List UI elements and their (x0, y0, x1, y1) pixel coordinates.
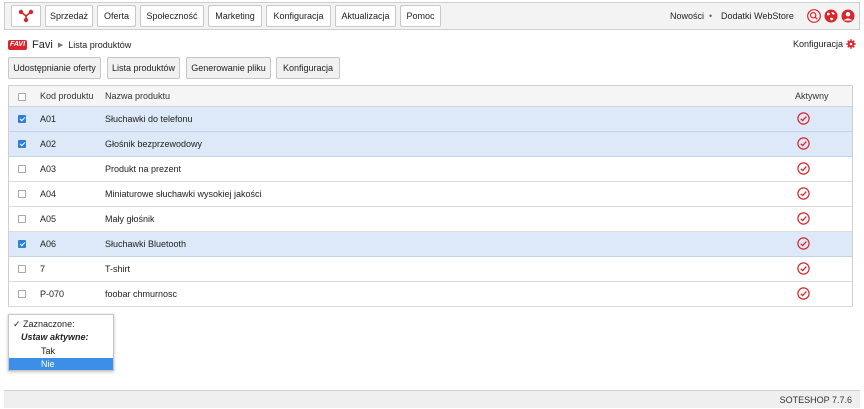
table-row[interactable]: A02 Głośnik bezprzewodowy (9, 132, 852, 157)
row-checkbox[interactable] (18, 240, 26, 248)
breadcrumb-current-page: Lista produktów (68, 40, 132, 50)
cell-product-code: A03 (40, 164, 57, 174)
tab-lista-produktow[interactable]: Lista produktów (107, 57, 180, 79)
cell-product-code: A02 (40, 139, 57, 149)
nav-pomoc[interactable]: Pomoc (400, 5, 441, 27)
cell-product-name[interactable]: Głośnik bezprzewodowy (105, 132, 202, 156)
user-icon[interactable] (841, 9, 855, 23)
cell-product-name[interactable]: T-shirt (105, 257, 130, 281)
nav-aktualizacja[interactable]: Aktualizacja (335, 5, 396, 27)
dropdown-option-nie[interactable]: Nie (9, 358, 113, 370)
header-product-code[interactable]: Kod produktu (40, 86, 94, 107)
active-status-icon[interactable] (797, 212, 810, 225)
active-status-icon[interactable] (797, 287, 810, 300)
configuration-link[interactable]: Konfiguracja (793, 39, 856, 49)
footer-bar: SOTESHOP 7.7.6 (4, 390, 860, 408)
cell-product-code: A05 (40, 214, 57, 224)
tab-konfiguracja[interactable]: Konfiguracja (276, 57, 340, 79)
search-icon[interactable] (807, 9, 821, 23)
cell-product-code: A04 (40, 189, 57, 199)
dropdown-selected-header: ✓ Zaznaczone: (13, 319, 75, 329)
header-active[interactable]: Aktywny (795, 86, 829, 107)
products-table: Kod produktu Nazwa produktu Aktywny A01 S… (8, 85, 853, 307)
cell-product-name[interactable]: Produkt na prezent (105, 157, 181, 181)
globe-icon[interactable] (824, 9, 838, 23)
table-row[interactable]: A01 Słuchawki do telefonu (9, 107, 852, 132)
breadcrumb-arrow-icon: ▶ (57, 42, 64, 49)
table-row[interactable]: A05 Mały głośnik (9, 207, 852, 232)
cell-product-name[interactable]: foobar chmurnosc (105, 282, 177, 306)
cell-product-code: P-070 (40, 289, 65, 299)
row-checkbox[interactable] (18, 290, 26, 298)
active-status-icon[interactable] (797, 137, 810, 150)
active-status-icon[interactable] (797, 237, 810, 250)
row-checkbox[interactable] (18, 215, 26, 223)
active-status-icon[interactable] (797, 162, 810, 175)
version-label: SOTESHOP 7.7.6 (779, 395, 852, 405)
gear-icon (846, 39, 856, 49)
top-navigation-bar: Sprzedaż Oferta Społeczność Marketing Ko… (4, 2, 860, 30)
active-status-icon[interactable] (797, 262, 810, 275)
configuration-link-label: Konfiguracja (792, 39, 843, 49)
bulk-action-dropdown[interactable]: ✓ Zaznaczone: Ustaw aktywne: Tak Nie (8, 314, 114, 371)
breadcrumb: FAVI Favi ▶ Lista produktów (8, 38, 131, 52)
table-row[interactable]: 7 T-shirt (9, 257, 852, 282)
nav-sprzedaz[interactable]: Sprzedaż (45, 5, 93, 27)
cell-product-code: A06 (40, 239, 57, 249)
cell-product-name[interactable]: Miniaturowe słuchawki wysokiej jakości (105, 182, 262, 206)
cell-product-name[interactable]: Słuchawki Bluetooth (105, 232, 186, 256)
nav-spolecznosc[interactable]: Społeczność (140, 5, 204, 27)
link-separator: • (709, 11, 713, 21)
nav-konfiguracja[interactable]: Konfiguracja (266, 5, 331, 27)
active-status-icon[interactable] (797, 187, 810, 200)
table-row[interactable]: A03 Produkt na prezent (9, 157, 852, 182)
row-checkbox[interactable] (18, 265, 26, 273)
select-all-checkbox[interactable] (18, 93, 26, 101)
header-product-name[interactable]: Nazwa produktu (105, 86, 170, 107)
news-link[interactable]: Nowości (670, 3, 704, 29)
soteshop-logo-icon (18, 9, 34, 23)
row-checkbox[interactable] (18, 190, 26, 198)
cell-product-name[interactable]: Słuchawki do telefonu (105, 107, 193, 131)
webstore-link[interactable]: Dodatki WebStore (721, 3, 794, 29)
active-status-icon[interactable] (797, 112, 810, 125)
dropdown-option-tak[interactable]: Tak (9, 345, 113, 357)
nav-oferta[interactable]: Oferta (97, 5, 136, 27)
table-row[interactable]: A04 Miniaturowe słuchawki wysokiej jakośc… (9, 182, 852, 207)
cell-product-code: A01 (40, 114, 57, 124)
tab-udostepnianie-oferty[interactable]: Udostępnianie oferty (8, 57, 101, 79)
favi-logo-icon: FAVI (8, 40, 28, 50)
cell-product-code: 7 (40, 264, 46, 274)
row-checkbox[interactable] (18, 140, 26, 148)
dropdown-group-label: Ustaw aktywne: (21, 332, 89, 342)
home-logo-button[interactable] (11, 5, 41, 27)
row-checkbox[interactable] (18, 165, 26, 173)
table-header: Kod produktu Nazwa produktu Aktywny (9, 86, 852, 107)
row-checkbox[interactable] (18, 115, 26, 123)
table-row[interactable]: P-070 foobar chmurnosc (9, 282, 852, 307)
tab-generowanie-pliku[interactable]: Generowanie pliku (186, 57, 271, 79)
nav-marketing[interactable]: Marketing (208, 5, 262, 27)
cell-product-name[interactable]: Mały głośnik (105, 207, 155, 231)
table-row[interactable]: A06 Słuchawki Bluetooth (9, 232, 852, 257)
breadcrumb-module-title[interactable]: Favi (32, 39, 53, 51)
